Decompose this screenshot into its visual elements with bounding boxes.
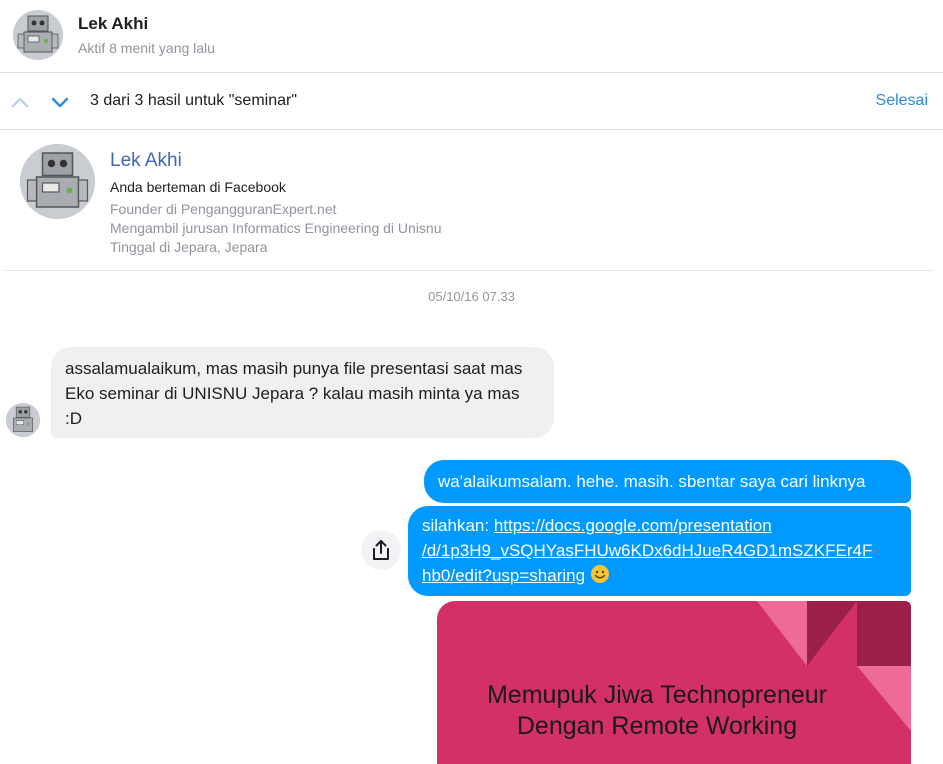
conversation-header: Lek Akhi Aktif 8 menit yang lalu [0,0,943,73]
chevron-down-icon[interactable] [48,90,72,114]
profile-info-work: Founder di PengangguranExpert.net [110,201,337,217]
link-line-2: /d/1p3H9_vSQHYasFHUw6KDx6dHJueR4GD1mSZKF… [422,541,873,560]
outgoing-link-message[interactable]: silahkan: https://docs.google.com/presen… [408,506,911,596]
search-result-count: 3 dari 3 hasil untuk "seminar" [90,92,298,109]
profile-info-location: Tinggal di Jepara, Jepara [110,239,268,255]
message-timestamp: 05/10/16 07.33 [428,289,515,304]
link-line-1: https://docs.google.com/presentation [493,516,772,535]
presentation-preview[interactable]: Memupuk Jiwa Technopreneur Dengan Remote… [437,601,911,764]
profile-avatar[interactable] [20,144,95,219]
outgoing-message[interactable]: wa'alaikumsalam. hehe. masih. sbentar sa… [424,460,911,503]
friendship-status: Anda berteman di Facebook [110,179,286,195]
search-results-bar: 3 dari 3 hasil untuk "seminar" Selesai [0,74,943,130]
slide-title-line-1: Memupuk Jiwa Technopreneur [486,681,827,709]
sender-avatar[interactable] [6,403,40,437]
chevron-up-icon[interactable] [8,90,32,114]
contact-name[interactable]: Lek Akhi [78,14,148,34]
contact-avatar[interactable] [13,10,63,60]
slide-title-line-2: Dengan Remote Working [516,712,798,740]
smile-emoji-icon [590,565,609,583]
contact-profile-card: Lek Akhi Anda berteman di Facebook Found… [5,131,934,271]
profile-info-education: Mengambil jurusan Informatics Engineerin… [110,220,442,236]
incoming-message[interactable]: assalamualaikum, mas masih punya file pr… [51,347,554,438]
share-button[interactable] [361,530,401,570]
profile-name-link[interactable]: Lek Akhi [110,150,182,172]
done-button[interactable]: Selesai [876,92,928,110]
share-icon [373,540,389,560]
active-status: Aktif 8 menit yang lalu [78,40,215,56]
message-prefix: silahkan: [422,516,494,535]
link-line-3: hb0/edit?usp=sharing [422,566,586,585]
